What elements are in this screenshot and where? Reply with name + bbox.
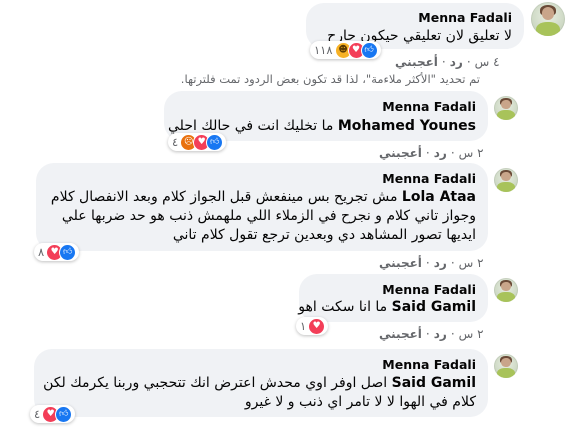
comment-text: Said Gamil ما انا سكت اهو [298, 299, 476, 315]
comment-bubble: Menna Fadali Lola Ataa مش تجريح بس مينفع… [36, 163, 488, 251]
comment-time[interactable]: ٢ س [459, 146, 484, 160]
comment-time[interactable]: ٢ س [459, 327, 484, 341]
reply-button[interactable]: رد [450, 55, 463, 69]
reaction-summary[interactable]: ٤ 👍︎ ♥ [30, 405, 76, 423]
like-button[interactable]: أعجبني [379, 327, 422, 341]
comment-text-line: كلام في الهوا لا لا تامر اي ذنب و لا غير… [244, 394, 476, 410]
reaction-count: ٨ [38, 245, 45, 259]
comment-time[interactable]: ٢ س [459, 256, 484, 270]
commenter-avatar[interactable] [494, 168, 518, 192]
reply-button[interactable]: رد [434, 256, 447, 270]
comment-author[interactable]: Menna Fadali [418, 10, 512, 25]
commenter-avatar[interactable] [531, 2, 565, 36]
comment-author[interactable]: Menna Fadali [382, 99, 476, 114]
like-icon: 👍︎ [360, 41, 378, 59]
comment-actions: ٤ س·رد·أعجبني [395, 55, 500, 69]
commenter-avatar[interactable] [494, 96, 518, 120]
reaction-count: ١١٨ [314, 43, 333, 57]
user-mention[interactable]: Lola Ataa [402, 189, 476, 205]
commenter-avatar[interactable] [494, 278, 518, 302]
comment-text-line: وجواز تاني كلام و نجرح في الزملاء اللي م… [61, 208, 476, 224]
comment-author[interactable]: Menna Fadali [382, 357, 476, 372]
comment-actions: ٢ س·رد·أعجبني [379, 256, 484, 270]
reaction-count: ٤ [34, 407, 41, 421]
reaction-count: ٤ [172, 135, 179, 149]
comment-actions: ٢ س·رد·أعجبني [379, 146, 484, 160]
user-mention[interactable]: Said Gamil [392, 299, 476, 315]
like-button[interactable]: أعجبني [395, 55, 438, 69]
comment-bubble: Menna Fadali Said Gamil اصل اوفر اوي محد… [34, 349, 488, 417]
reply-button[interactable]: رد [434, 146, 447, 160]
like-button[interactable]: أعجبني [379, 256, 422, 270]
reaction-summary[interactable]: ٤ 👍︎ ♥ ☹ [168, 133, 227, 151]
reaction-count: ١ [300, 319, 307, 333]
like-icon: 👍︎ [55, 405, 73, 423]
user-mention[interactable]: Mohamed Younes [338, 118, 476, 134]
like-icon: 👍︎ [206, 133, 224, 151]
filter-notice: تم تحديد "الأكثر ملاءمة"، لذا قد تكون بع… [180, 72, 480, 86]
comment-text: Lola Ataa مش تجريح بس مينفعش قبل الجواز … [50, 189, 476, 205]
comment-bubble: Menna Fadali Said Gamil ما انا سكت اهو [298, 274, 488, 322]
comment-time[interactable]: ٤ س [475, 55, 500, 69]
commenter-avatar[interactable] [494, 354, 518, 378]
comment-actions: ٢ س·رد·أعجبني [379, 327, 484, 341]
comment-author[interactable]: Menna Fadali [382, 171, 476, 186]
user-mention[interactable]: Said Gamil [392, 375, 476, 391]
love-icon: ♥ [308, 317, 326, 335]
reaction-summary[interactable]: ١١٨ 👍︎ ♥ ☻ [310, 41, 381, 59]
comment-text: Said Gamil اصل اوفر اوي محدش اعترض انك ت… [43, 375, 476, 391]
like-icon: 👍︎ [59, 243, 77, 261]
reaction-summary[interactable]: ١ ♥ [296, 317, 329, 335]
like-button[interactable]: أعجبني [379, 146, 422, 160]
comment-text-line: ايديها تصور المشاهد دي وبعدين ترجع تقول … [172, 227, 476, 243]
reaction-summary[interactable]: ٨ 👍︎ ♥ [34, 243, 80, 261]
comment-author[interactable]: Menna Fadali [382, 282, 476, 297]
reply-button[interactable]: رد [434, 327, 447, 341]
